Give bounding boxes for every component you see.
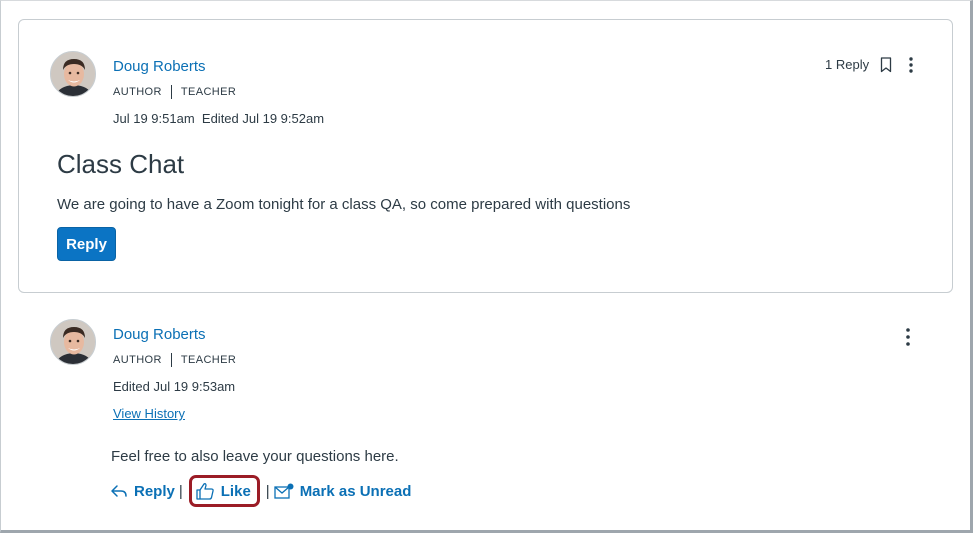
topic-author-name[interactable]: Doug Roberts: [113, 58, 206, 75]
entry-edited-time: Edited Jul 19 9:53am: [113, 379, 236, 394]
like-button[interactable]: Like: [195, 482, 251, 500]
avatar[interactable]: [50, 319, 96, 365]
topic-timestamps: Jul 19 9:51am Edited Jul 19 9:52am: [113, 111, 324, 126]
reply-label: Reply: [134, 482, 175, 500]
topic-edited-time: Edited Jul 19 9:52am: [201, 111, 325, 126]
kebab-menu-icon[interactable]: [904, 56, 918, 74]
topic-author-roles: AUTHOR TEACHER: [113, 85, 236, 99]
entry-message: Feel free to also leave your questions h…: [111, 448, 399, 465]
topic-title: Class Chat: [57, 149, 185, 179]
avatar[interactable]: [50, 51, 96, 97]
bookmark-icon[interactable]: [879, 56, 893, 74]
reply-count: 1 Reply: [825, 57, 870, 72]
thumbs-up-icon: [195, 482, 215, 500]
role-teacher-label: TEACHER: [180, 354, 237, 366]
view-history-link[interactable]: View History: [113, 406, 185, 421]
role-divider: [170, 353, 172, 367]
mark-as-unread-button[interactable]: Mark as Unread: [274, 482, 412, 500]
entry-author-roles: AUTHOR TEACHER: [113, 353, 236, 367]
topic-posted-time: Jul 19 9:51am: [113, 111, 195, 126]
envelope-dot-icon: [274, 483, 294, 499]
role-author-label: AUTHOR: [113, 86, 162, 98]
like-label: Like: [220, 482, 251, 500]
action-divider: |: [178, 482, 183, 500]
entry-reply-button[interactable]: Reply: [110, 483, 175, 500]
mark-unread-label: Mark as Unread: [299, 482, 412, 500]
like-highlight-box: Like: [188, 475, 260, 507]
reply-button[interactable]: Reply: [57, 227, 116, 261]
entry-actions: Reply | Like | Mark as Unread: [110, 475, 412, 507]
role-teacher-label: TEACHER: [180, 86, 237, 98]
action-divider: |: [265, 482, 270, 500]
reply-arrow-icon: [110, 484, 128, 498]
kebab-menu-icon[interactable]: [901, 327, 915, 347]
role-divider: [170, 85, 172, 99]
topic-message: We are going to have a Zoom tonight for …: [57, 196, 631, 213]
role-author-label: AUTHOR: [113, 354, 162, 366]
entry-author-name[interactable]: Doug Roberts: [113, 326, 206, 343]
